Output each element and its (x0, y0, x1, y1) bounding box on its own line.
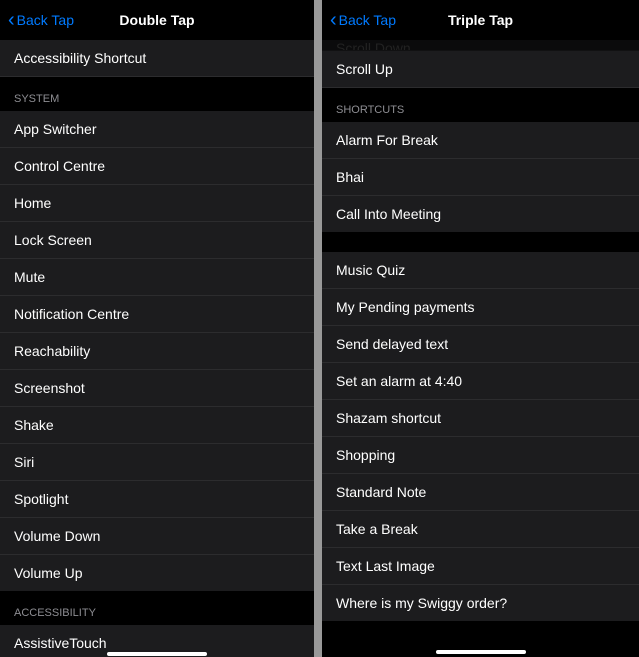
shortcut-text-last-image[interactable]: Text Last Image (322, 548, 639, 585)
option-lock-screen[interactable]: Lock Screen (0, 222, 314, 259)
option-spotlight[interactable]: Spotlight (0, 481, 314, 518)
option-siri[interactable]: Siri (0, 444, 314, 481)
system-list: App Switcher Control Centre Home Lock Sc… (0, 111, 314, 591)
back-label: Back Tap (17, 12, 74, 28)
home-indicator[interactable] (107, 652, 207, 656)
shortcut-my-pending-payments[interactable]: My Pending payments (322, 289, 639, 326)
option-mute[interactable]: Mute (0, 259, 314, 296)
shortcut-shazam[interactable]: Shazam shortcut (322, 400, 639, 437)
section-header-accessibility: ACCESSIBILITY (0, 591, 314, 625)
list-gap (322, 232, 639, 252)
section-header-system: SYSTEM (0, 77, 314, 111)
shortcut-send-delayed-text[interactable]: Send delayed text (322, 326, 639, 363)
shortcuts-list-rest: Music Quiz My Pending payments Send dela… (322, 252, 639, 621)
chevron-left-icon: ‹ (8, 9, 15, 32)
chevron-left-icon: ‹ (330, 9, 337, 32)
shortcut-call-into-meeting[interactable]: Call Into Meeting (322, 196, 639, 232)
navbar: ‹ Back Tap Triple Tap (322, 0, 639, 40)
option-scroll-down-partial[interactable]: Scroll Down (322, 40, 639, 51)
triple-tap-screen: ‹ Back Tap Triple Tap Scroll Down Scroll… (322, 0, 639, 657)
shortcuts-list-top: Alarm For Break Bhai Call Into Meeting (322, 122, 639, 232)
double-tap-screen: ‹ Back Tap Double Tap Accessibility Shor… (0, 0, 314, 657)
option-control-centre[interactable]: Control Centre (0, 148, 314, 185)
back-button[interactable]: ‹ Back Tap (330, 9, 396, 32)
option-shake[interactable]: Shake (0, 407, 314, 444)
option-volume-down[interactable]: Volume Down (0, 518, 314, 555)
option-scroll-up[interactable]: Scroll Up (322, 51, 639, 88)
shortcut-swiggy-order[interactable]: Where is my Swiggy order? (322, 585, 639, 621)
shortcut-take-a-break[interactable]: Take a Break (322, 511, 639, 548)
page-title: Double Tap (119, 12, 194, 28)
option-accessibility-shortcut[interactable]: Accessibility Shortcut (0, 40, 314, 77)
option-home[interactable]: Home (0, 185, 314, 222)
option-app-switcher[interactable]: App Switcher (0, 111, 314, 148)
shortcut-standard-note[interactable]: Standard Note (322, 474, 639, 511)
page-title: Triple Tap (448, 12, 513, 28)
option-notification-centre[interactable]: Notification Centre (0, 296, 314, 333)
shortcut-set-alarm[interactable]: Set an alarm at 4:40 (322, 363, 639, 400)
navbar: ‹ Back Tap Double Tap (0, 0, 314, 40)
option-volume-up[interactable]: Volume Up (0, 555, 314, 591)
shortcut-shopping[interactable]: Shopping (322, 437, 639, 474)
back-button[interactable]: ‹ Back Tap (8, 9, 74, 32)
option-screenshot[interactable]: Screenshot (0, 370, 314, 407)
section-header-shortcuts: SHORTCUTS (322, 88, 639, 122)
back-label: Back Tap (339, 12, 396, 28)
shortcut-bhai[interactable]: Bhai (322, 159, 639, 196)
shortcut-music-quiz[interactable]: Music Quiz (322, 252, 639, 289)
home-indicator[interactable] (436, 650, 526, 654)
shortcut-alarm-for-break[interactable]: Alarm For Break (322, 122, 639, 159)
option-reachability[interactable]: Reachability (0, 333, 314, 370)
